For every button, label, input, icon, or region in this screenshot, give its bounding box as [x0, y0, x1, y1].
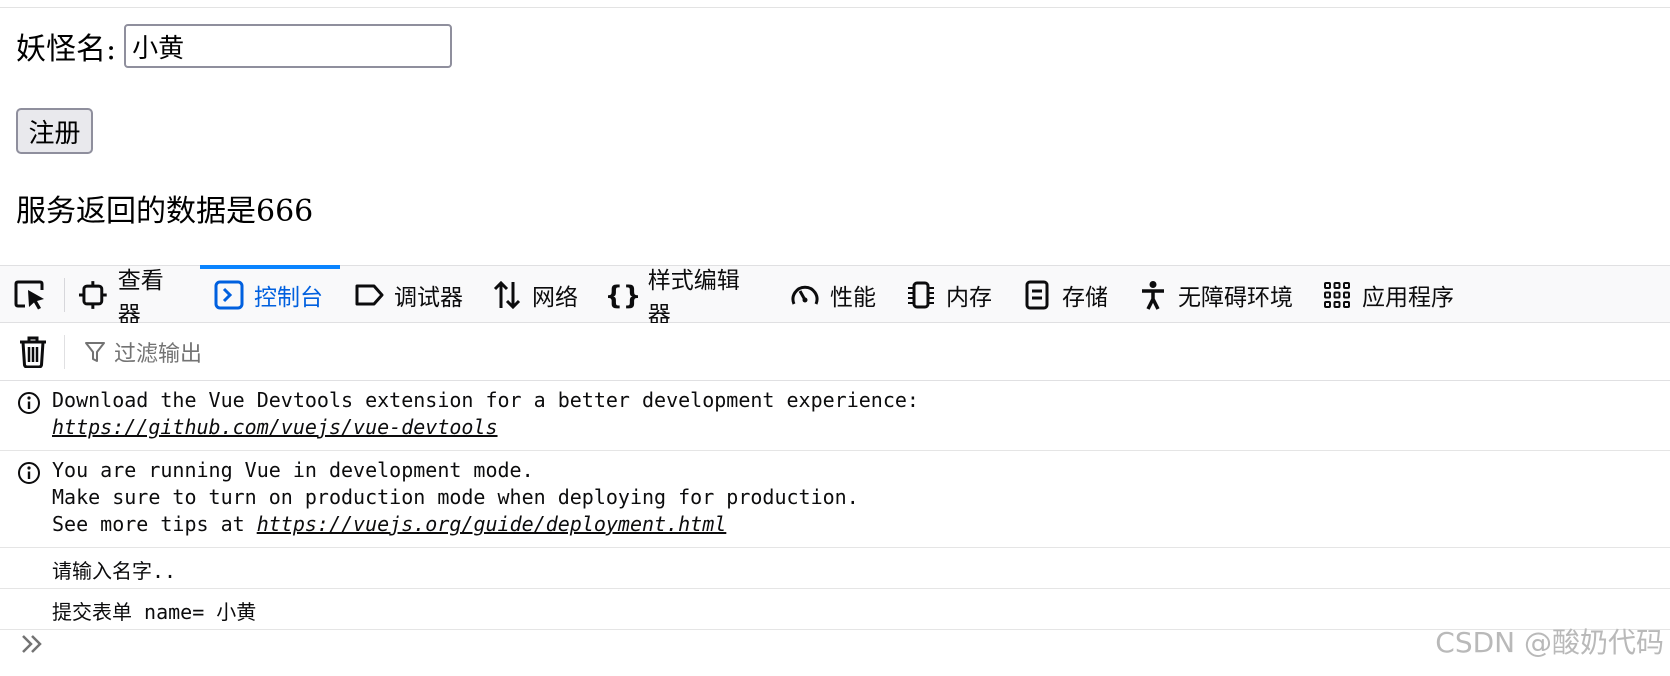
filter-funnel-icon: [85, 342, 105, 362]
tab-style-editor[interactable]: {} 样式编辑器: [594, 266, 776, 328]
message-text-line: See more tips at https://vuejs.org/guide…: [52, 512, 726, 536]
console-message: 请输入名字..: [0, 548, 1670, 589]
network-icon: [493, 280, 521, 309]
filter-placeholder: 过滤输出: [114, 342, 203, 367]
tab-label: 应用程序: [1362, 284, 1454, 311]
csdn-watermark: CSDN @酸奶代码: [1435, 626, 1664, 659]
tab-network[interactable]: 网络: [478, 266, 594, 323]
memory-icon: [908, 281, 934, 308]
tab-label: 控制台: [254, 284, 323, 311]
tab-console[interactable]: 控制台: [200, 265, 340, 323]
page-content: 妖怪名: 注册 服务返回的数据是666: [0, 8, 1670, 265]
tab-label: 无障碍环境: [1178, 284, 1293, 311]
name-form-row: 妖怪名:: [16, 24, 453, 68]
top-border: [0, 0, 1670, 8]
console-message: Download the Vue Devtools extension for …: [0, 381, 1670, 451]
tab-application[interactable]: 应用程序: [1308, 266, 1474, 323]
devtools-toolbar: 查看器 控制台 调试器 网络 {} 样式编辑器: [0, 265, 1670, 328]
message-text: 提交表单 name= 小黄: [52, 600, 257, 624]
tab-accessibility[interactable]: 无障碍环境: [1124, 266, 1308, 323]
console-filter-bar: 过滤输出: [0, 323, 1670, 381]
accessibility-icon: [1142, 280, 1164, 310]
info-icon: [18, 462, 40, 484]
info-icon: [18, 392, 40, 414]
message-text: Make sure to turn on production mode whe…: [52, 485, 859, 509]
tab-label: 查看器: [117, 267, 164, 328]
vue-devtools-link[interactable]: https://github.com/vuejs/vue-devtools: [52, 415, 498, 439]
console-message: You are running Vue in development mode.…: [0, 451, 1670, 548]
element-picker-icon[interactable]: [14, 280, 48, 310]
message-text: Download the Vue Devtools extension for …: [52, 388, 919, 412]
storage-icon: [1025, 280, 1049, 309]
tab-label: 存储: [1062, 284, 1108, 311]
tab-storage[interactable]: 存储: [1008, 266, 1124, 323]
console-messages: Download the Vue Devtools extension for …: [0, 381, 1670, 630]
vue-deployment-link[interactable]: https://vuejs.org/guide/deployment.html: [257, 512, 727, 536]
inspector-icon: [78, 280, 107, 309]
message-text: See more tips at: [52, 512, 257, 536]
message-text: You are running Vue in development mode.: [52, 458, 534, 482]
message-text: 请输入名字..: [52, 559, 177, 583]
filter-separator: [64, 335, 65, 369]
console-message: 提交表单 name= 小黄: [0, 589, 1670, 630]
console-prompt-chevron-icon[interactable]: [20, 631, 46, 657]
tab-label: 调试器: [394, 284, 463, 311]
console-icon: [214, 280, 244, 309]
tab-memory[interactable]: 内存: [892, 266, 1008, 323]
tab-label: 网络: [532, 284, 578, 311]
register-button[interactable]: 注册: [16, 108, 93, 154]
result-text: 服务返回的数据是666: [16, 194, 314, 229]
application-icon: [1324, 281, 1350, 308]
tab-inspector[interactable]: 查看器: [64, 266, 200, 328]
name-input[interactable]: [124, 24, 453, 68]
style-editor-icon: {}: [608, 280, 638, 309]
tab-performance[interactable]: 性能: [776, 266, 892, 323]
tab-debugger[interactable]: 调试器: [340, 266, 478, 323]
clear-console-trash-icon[interactable]: [18, 336, 48, 368]
devtools-panel: 查看器 控制台 调试器 网络 {} 样式编辑器: [0, 265, 1670, 676]
filter-output-input[interactable]: 过滤输出: [84, 337, 202, 367]
svg-text:{}: {}: [608, 280, 638, 309]
tab-label: 性能: [830, 284, 876, 311]
tab-label: 内存: [946, 284, 992, 311]
performance-icon: [791, 285, 819, 305]
tab-label: 样式编辑器: [647, 267, 740, 328]
debugger-icon: [355, 284, 384, 305]
name-label: 妖怪名:: [16, 32, 117, 67]
